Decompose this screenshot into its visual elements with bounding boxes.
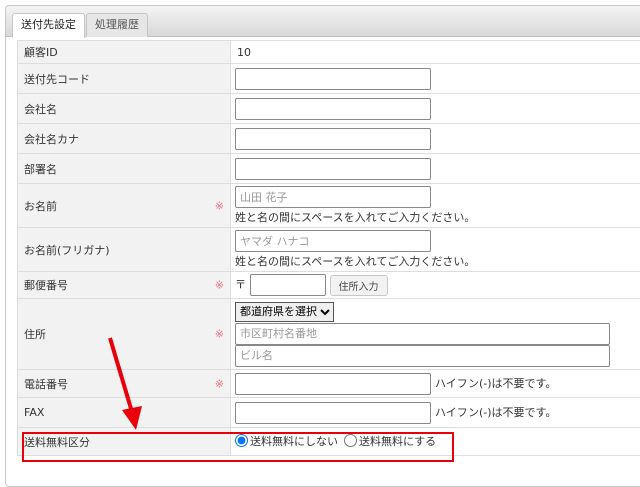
name-note: 姓と名の間にスペースを入れてご入力ください。 [235, 209, 640, 225]
label-name: お名前 [24, 200, 57, 213]
fax-input[interactable] [235, 402, 431, 424]
name-input[interactable] [235, 186, 431, 208]
label-address: 住所 [24, 328, 46, 341]
postal-prefix: 〒 [235, 278, 246, 291]
phone-hint: ハイフン(-)は不要です。 [435, 377, 556, 390]
row-customer-id: 顧客ID 10 [18, 41, 640, 64]
label-company-kana: 会社名カナ [18, 124, 231, 154]
radio-no-free-shipping[interactable]: 送料無料にしない [235, 433, 338, 449]
label-department: 部署名 [18, 154, 231, 184]
label-free-shipping: 送料無料区分 [18, 428, 231, 456]
radio-free-shipping[interactable]: 送料無料にする [344, 433, 436, 449]
address-lookup-button[interactable]: 住所入力 [330, 275, 388, 296]
company-kana-input[interactable] [235, 128, 431, 150]
label-company: 会社名 [18, 94, 231, 124]
required-mark: ※ [215, 199, 224, 212]
tab-history[interactable]: 処理履歴 [86, 13, 148, 37]
required-mark: ※ [215, 279, 224, 292]
label-postal: 郵便番号 [24, 279, 68, 292]
company-input[interactable] [235, 98, 431, 120]
label-customer-id: 顧客ID [18, 41, 231, 64]
postal-input[interactable] [250, 274, 326, 296]
required-mark: ※ [215, 377, 224, 390]
tab-destination-settings[interactable]: 送付先設定 [12, 13, 85, 38]
phone-input[interactable] [235, 373, 431, 395]
prefecture-select[interactable]: 都道府県を選択 [235, 302, 334, 322]
fax-hint: ハイフン(-)は不要です。 [435, 406, 556, 419]
customer-id-value: 10 [231, 41, 640, 64]
label-name-kana: お名前(フリガナ) [18, 228, 231, 272]
name-kana-input[interactable] [235, 230, 431, 252]
name-kana-note: 姓と名の間にスペースを入れてご入力ください。 [235, 253, 640, 269]
label-dest-code: 送付先コード [18, 64, 231, 94]
required-mark: ※ [215, 328, 224, 341]
dest-code-input[interactable] [235, 68, 431, 90]
label-phone: 電話番号 [24, 378, 68, 391]
address-line2-input[interactable] [235, 345, 610, 367]
address-line1-input[interactable] [235, 323, 610, 345]
label-fax: FAX [18, 398, 231, 428]
destination-form-table: 顧客ID 10 送付先コード 会社名 会社名カナ 部署名 お名前 ※ 姓と名の間に… [17, 40, 640, 456]
tab-bar: 送付先設定 処理履歴 [6, 6, 640, 37]
department-input[interactable] [235, 158, 431, 180]
